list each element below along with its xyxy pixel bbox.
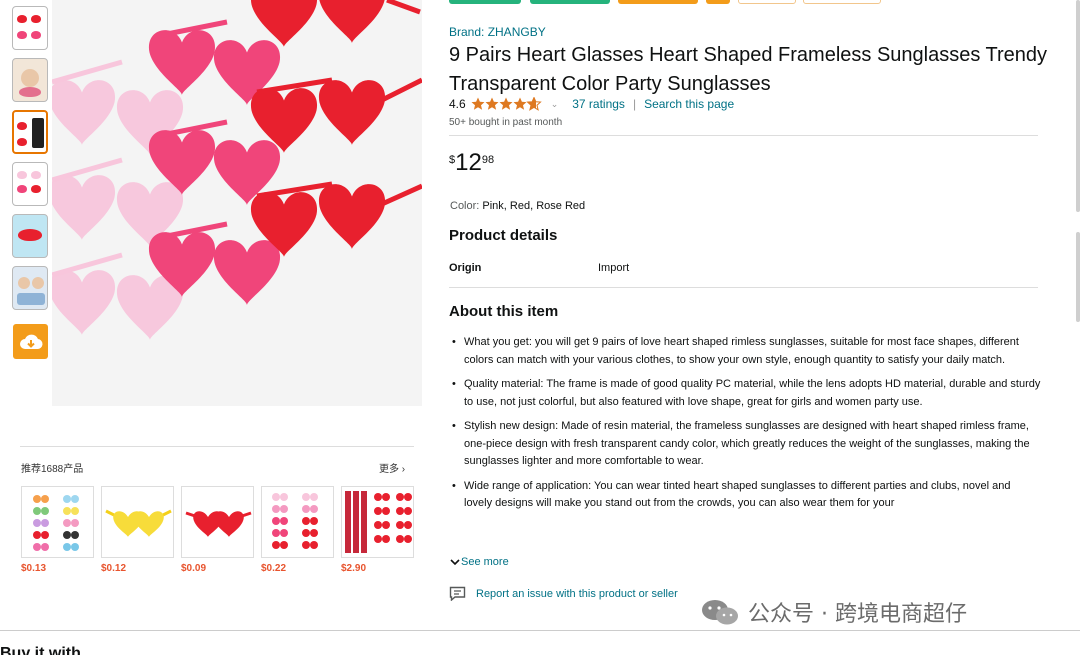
report-issue-link[interactable]: Report an issue with this product or sel… [449,586,678,601]
separator: | [632,97,637,111]
divider-2 [449,287,1038,288]
bought-count: 50+ bought in past month [449,117,563,128]
about-bullet-3: Stylish new design: Made of resin materi… [449,418,1041,471]
recommend-item-5[interactable] [341,486,414,558]
product-title: 9 Pairs Heart Glasses Heart Shaped Frame… [449,44,1048,95]
rating-stars[interactable] [471,97,543,111]
rating-row: 4.6 ⌄ 37 ratings | Search this page [449,97,734,111]
recommend-price-5: $2.90 [341,563,367,574]
recommend-thumb-4 [272,493,318,549]
report-label: Report an issue with this product or sel… [476,587,678,600]
product-details-heading: Product details [449,227,558,244]
divider-1 [449,135,1038,136]
recommend-item-1[interactable] [21,486,94,558]
top-button-2[interactable] [530,0,610,4]
color-value: Pink, Red, Rose Red [482,200,586,212]
top-button-3[interactable] [618,0,698,4]
ratings-count-link[interactable]: 37 ratings [572,97,625,111]
about-heading: About this item [449,303,559,320]
thumbnail-4[interactable] [12,162,48,206]
recommend-divider [20,446,414,447]
price-whole: 12 [455,149,482,176]
detail-origin-key: Origin [449,262,482,274]
cloud-download-icon [19,334,43,349]
main-product-image[interactable] [52,0,422,406]
recommend-price-3: $0.09 [181,563,207,574]
recommend-price-2: $0.12 [101,563,127,574]
recommend-price-4: $0.22 [261,563,287,574]
thumbnail-1[interactable] [12,6,48,50]
recommend-thumb-1 [33,495,79,551]
recommend-item-4[interactable] [261,486,334,558]
top-button-1[interactable] [449,0,521,4]
price-fraction: 98 [481,154,495,166]
chevron-right-icon: › [401,464,406,475]
chevron-down-icon [450,559,460,566]
recommend-more-link[interactable]: 更多 › [379,460,405,475]
thumbnail-6[interactable] [12,266,48,310]
scrollbar-thumb[interactable] [1076,0,1080,212]
color-row: Color: Pink, Red, Rose Red [450,200,585,212]
report-flag-icon [449,586,466,601]
chevron-down-icon[interactable]: ⌄ [551,99,559,110]
buy-it-with-heading: Buy it with [0,645,81,655]
rating-value: 4.6 [449,97,466,111]
recommend-thumb-5 [345,491,412,553]
color-label: Color: [450,200,480,212]
wechat-watermark: 公众号 · 跨境电商超仔 [700,596,967,628]
thumbnail-3[interactable] [12,110,48,154]
wechat-icon [700,597,740,627]
brand-link[interactable]: Brand: ZHANGBY [449,25,546,39]
detail-origin-value: Import [598,262,630,274]
cloud-download-button[interactable] [13,324,48,359]
thumbnail-5[interactable] [12,214,48,258]
recommend-price-1: $0.13 [21,563,47,574]
recommend-item-2[interactable] [101,486,174,558]
about-bullet-4: Wide range of application: You can wear … [449,478,1041,513]
star-rating-icon [471,97,541,111]
about-bullet-1: What you get: you will get 9 pairs of lo… [449,334,1041,369]
see-more-label: See more [461,556,509,568]
scrollbar-thumb-2[interactable] [1076,232,1080,322]
price: $ 12 98 [449,150,494,176]
top-button-4[interactable] [706,0,730,4]
heart-glasses-illustration [52,0,422,340]
about-bullet-2: Quality material: The frame is made of g… [449,376,1041,411]
bottom-divider [0,630,1080,631]
thumbnail-2[interactable] [12,58,48,102]
recommend-thumb-3 [185,511,252,537]
watermark-text: 公众号 · 跨境电商超仔 [748,602,967,627]
search-page-link[interactable]: Search this page [644,97,734,111]
top-button-6[interactable] [803,0,881,4]
top-button-5[interactable] [738,0,796,4]
see-more-link[interactable]: See more [449,556,509,568]
recommend-item-3[interactable] [181,486,254,558]
recommend-thumb-2 [105,509,172,537]
about-bullets: What you get: you will get 9 pairs of lo… [449,334,1041,546]
recommend-title: 推荐1688产品 [21,464,84,475]
